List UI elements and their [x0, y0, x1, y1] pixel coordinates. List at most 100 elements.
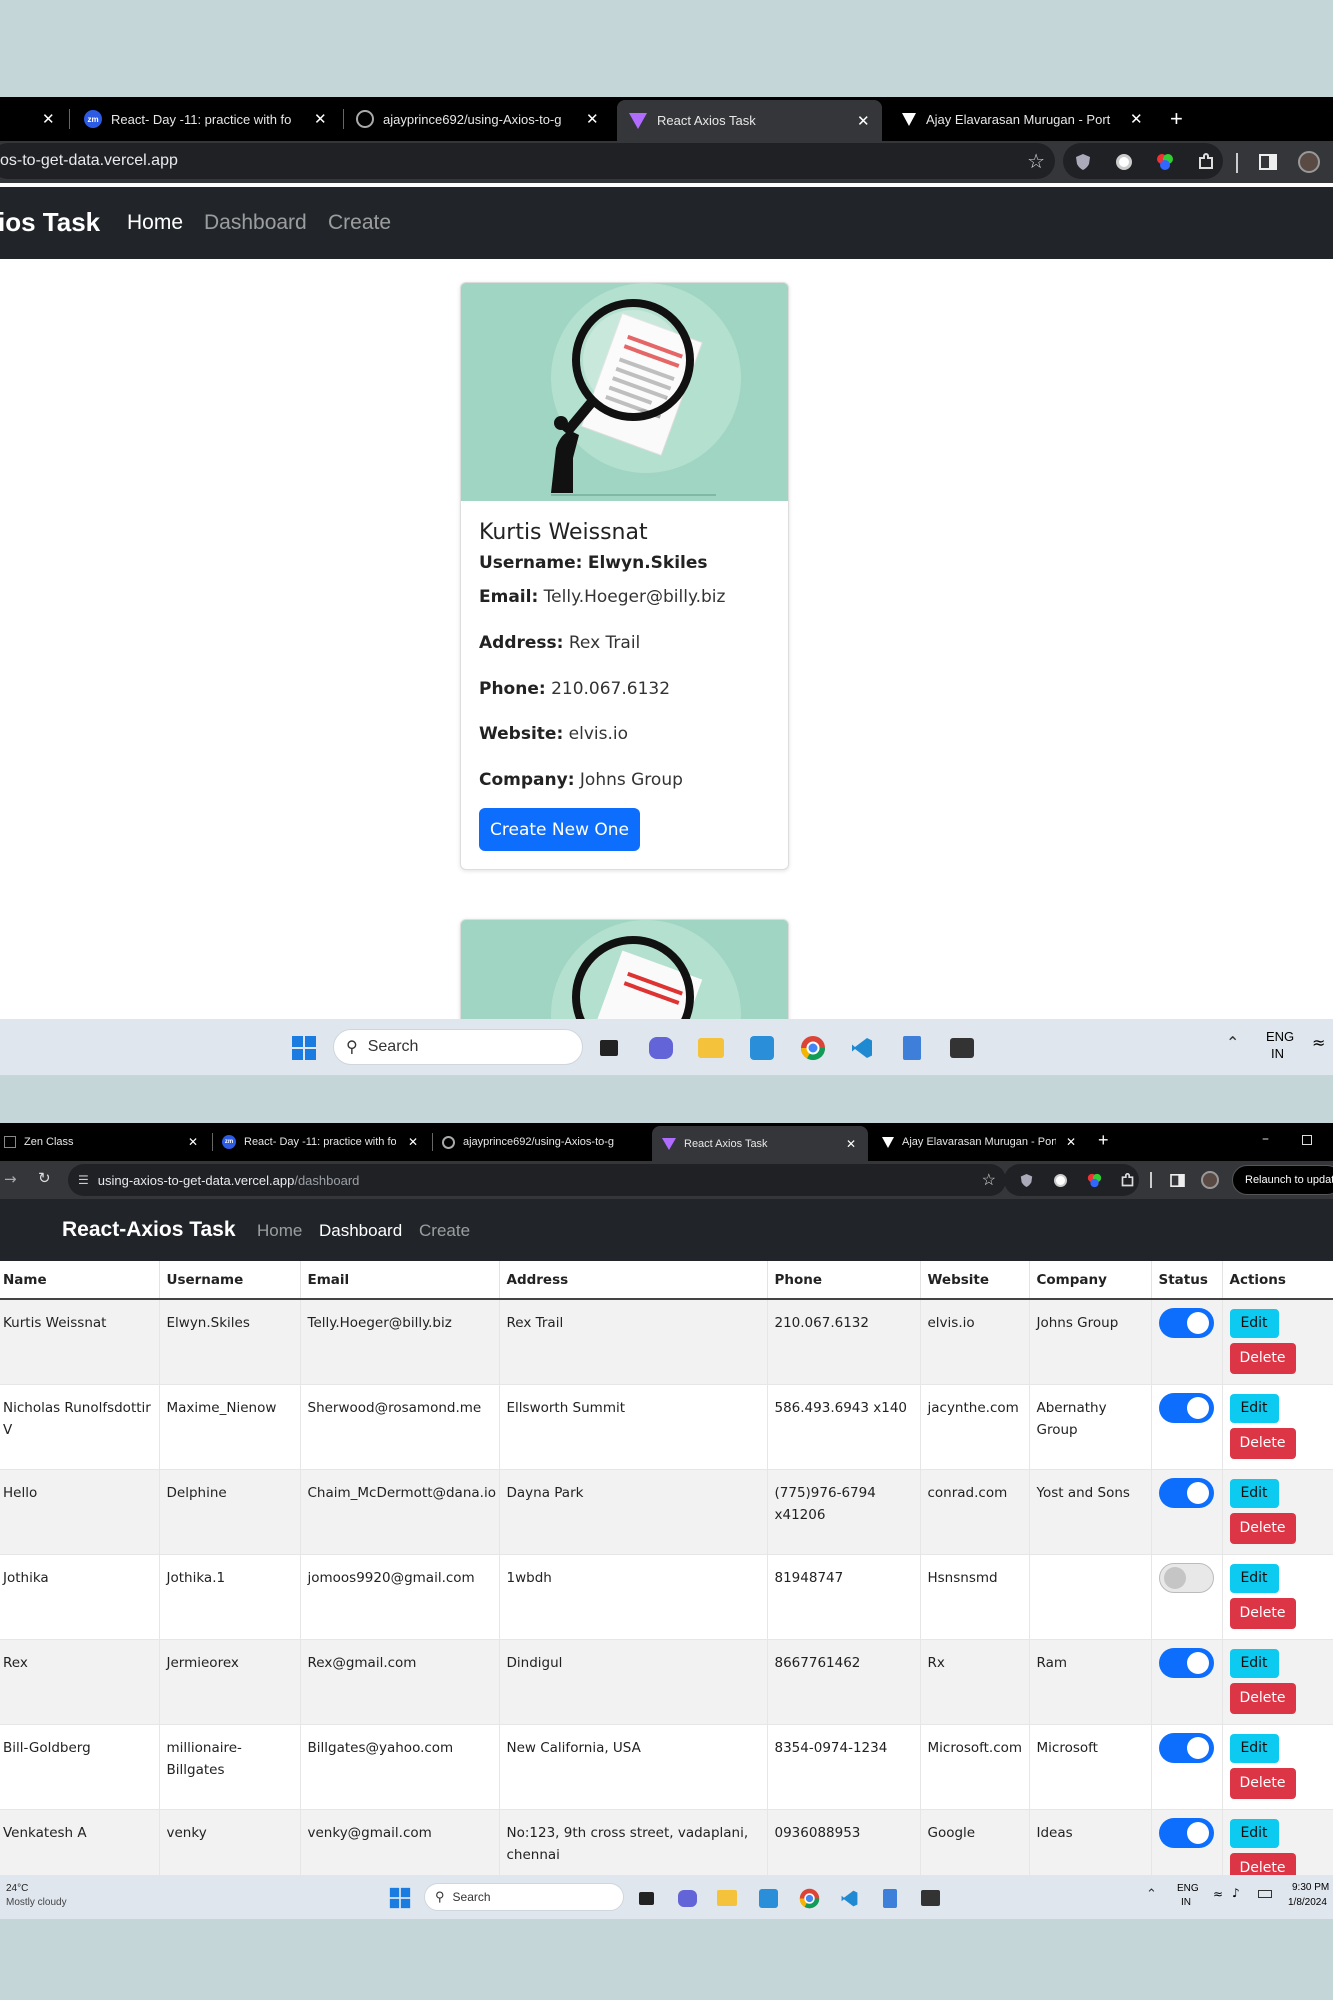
weather-temp[interactable]: 24°C [6, 1883, 28, 1894]
tab-close-icon[interactable]: ✕ [314, 110, 327, 128]
tab-github[interactable]: ajayprince692/using-Axios-to-g [438, 1123, 648, 1161]
chrome-icon[interactable] [798, 1033, 828, 1063]
tab-react-day11[interactable]: zm React- Day -11: practice with fo ✕ [78, 97, 338, 141]
minimize-button[interactable]: – [1262, 1131, 1269, 1147]
profile-avatar-icon[interactable] [1200, 1170, 1220, 1190]
edit-button[interactable]: Edit [1229, 1309, 1279, 1338]
new-tab-button[interactable]: + [1170, 106, 1183, 132]
tab-close-icon[interactable]: ✕ [857, 112, 870, 130]
wifi-icon[interactable]: ≈ [1312, 1033, 1325, 1052]
tab-zen-class[interactable]: Zen Class ✕ [0, 1123, 210, 1161]
tab-close-icon[interactable]: ✕ [408, 1135, 418, 1149]
bookmark-star-icon[interactable]: ☆ [1027, 149, 1045, 174]
tab-react-day11[interactable]: zm React- Day -11: practice with fo ✕ [218, 1123, 428, 1161]
nav-link-home[interactable]: Home [127, 211, 183, 235]
nav-link-create[interactable]: Create [328, 211, 391, 235]
shield-extension-icon[interactable] [1072, 151, 1094, 173]
side-panel-icon[interactable] [1257, 151, 1279, 173]
region-label[interactable]: IN [1271, 1046, 1284, 1061]
terminal-icon[interactable] [919, 1887, 941, 1909]
status-toggle[interactable] [1158, 1647, 1214, 1678]
puzzle-extensions-icon[interactable] [1118, 1171, 1136, 1189]
new-tab-button[interactable]: + [1098, 1130, 1109, 1151]
edit-button[interactable]: Edit [1229, 1393, 1279, 1423]
vscode-icon[interactable] [848, 1034, 876, 1062]
file-explorer-icon[interactable] [716, 1887, 738, 1909]
tray-chevron-up-icon[interactable]: ⌃ [1146, 1887, 1157, 1902]
windows-start-icon[interactable] [290, 1034, 318, 1062]
delete-button[interactable]: Delete [1229, 1512, 1296, 1544]
task-view-icon[interactable] [596, 1035, 622, 1061]
side-panel-icon[interactable] [1168, 1171, 1186, 1189]
circle-extension-icon[interactable] [1051, 1171, 1069, 1189]
clock-date[interactable]: 1/8/2024 [1288, 1897, 1327, 1908]
teams-chat-icon[interactable] [676, 1887, 698, 1909]
delete-button[interactable]: Delete [1229, 1682, 1296, 1714]
edit-button[interactable]: Edit [1229, 1648, 1279, 1678]
status-toggle[interactable] [1158, 1477, 1214, 1508]
nav-link-create[interactable]: Create [419, 1221, 470, 1241]
profile-avatar-icon[interactable] [1297, 150, 1321, 174]
taskbar-search[interactable]: ⚲ Search [424, 1883, 624, 1911]
tab-portfolio[interactable]: Ajay Elavarasan Murugan - Port ✕ [872, 1123, 1082, 1161]
status-toggle[interactable] [1158, 1817, 1214, 1848]
navbar-brand[interactable]: ios Task [0, 207, 100, 238]
clock-time[interactable]: 9:30 PM [1292, 1882, 1329, 1893]
tab-portfolio[interactable]: Ajay Elavarasan Murugan - Port ✕ [890, 97, 1150, 141]
shield-extension-icon[interactable] [1017, 1171, 1035, 1189]
file-explorer-icon[interactable] [697, 1034, 725, 1062]
tab-partial[interactable]: ✕ [0, 97, 65, 141]
taskbar-search[interactable]: ⚲ Search [333, 1029, 583, 1065]
battery-icon[interactable] [1258, 1890, 1272, 1898]
hp-app-icon[interactable] [757, 1887, 779, 1909]
notepad-icon[interactable] [879, 1887, 901, 1909]
edit-button[interactable]: Edit [1229, 1478, 1279, 1508]
edit-button[interactable]: Edit [1229, 1818, 1279, 1848]
tab-github[interactable]: ajayprince692/using-Axios-to-g ✕ [350, 97, 610, 141]
delete-button[interactable]: Delete [1229, 1597, 1296, 1629]
forward-arrow-icon[interactable]: → [4, 1170, 17, 1188]
status-toggle[interactable] [1158, 1732, 1214, 1763]
address-input[interactable]: ☰ using-axios-to-get-data.vercel.app/das… [68, 1164, 1006, 1196]
status-toggle[interactable] [1158, 1392, 1214, 1423]
wifi-icon[interactable]: ≈ [1213, 1887, 1223, 1901]
tab-close-icon[interactable]: ✕ [1130, 110, 1143, 128]
tab-react-axios-task[interactable]: React Axios Task ✕ [617, 100, 882, 141]
tab-react-axios-task[interactable]: React Axios Task ✕ [652, 1126, 868, 1161]
chrome-icon[interactable] [797, 1886, 821, 1910]
weather-desc[interactable]: Mostly cloudy [6, 1897, 67, 1908]
tab-close-icon[interactable]: ✕ [1066, 1135, 1076, 1149]
color-extension-icon[interactable] [1154, 151, 1176, 173]
tab-close-icon[interactable]: ✕ [42, 110, 55, 128]
language-label[interactable]: ENG [1177, 1883, 1199, 1894]
edit-button[interactable]: Edit [1229, 1563, 1279, 1593]
tray-chevron-up-icon[interactable]: ⌃ [1226, 1033, 1239, 1052]
task-view-icon[interactable] [636, 1888, 656, 1908]
tab-close-icon[interactable]: ✕ [846, 1137, 856, 1151]
terminal-icon[interactable] [948, 1034, 976, 1062]
language-label[interactable]: ENG [1266, 1029, 1294, 1044]
teams-chat-icon[interactable] [647, 1034, 675, 1062]
bookmark-star-icon[interactable]: ☆ [982, 1170, 996, 1190]
hp-app-icon[interactable] [748, 1034, 776, 1062]
address-input[interactable]: os-to-get-data.vercel.app ☆ [0, 143, 1055, 179]
relaunch-button[interactable]: Relaunch to updat [1232, 1165, 1333, 1195]
tab-close-icon[interactable]: ✕ [188, 1135, 198, 1149]
color-extension-icon[interactable] [1085, 1171, 1103, 1189]
region-label[interactable]: IN [1181, 1897, 1191, 1908]
restore-button[interactable] [1302, 1135, 1312, 1145]
vscode-icon[interactable] [838, 1887, 860, 1909]
status-toggle[interactable] [1158, 1308, 1214, 1338]
create-new-button[interactable]: Create New One [479, 808, 640, 851]
nav-link-dashboard[interactable]: Dashboard [204, 211, 307, 235]
delete-button[interactable]: Delete [1229, 1343, 1296, 1374]
status-toggle[interactable] [1158, 1562, 1214, 1593]
windows-start-icon[interactable] [388, 1886, 412, 1910]
volume-icon[interactable]: ♪ [1232, 1886, 1240, 1900]
notepad-icon[interactable] [898, 1034, 926, 1062]
edit-button[interactable]: Edit [1229, 1733, 1279, 1763]
puzzle-extensions-icon[interactable] [1195, 151, 1217, 173]
nav-link-dashboard[interactable]: Dashboard [319, 1221, 402, 1241]
circle-extension-icon[interactable] [1113, 151, 1135, 173]
navbar-brand[interactable]: React-Axios Task [62, 1218, 236, 1242]
